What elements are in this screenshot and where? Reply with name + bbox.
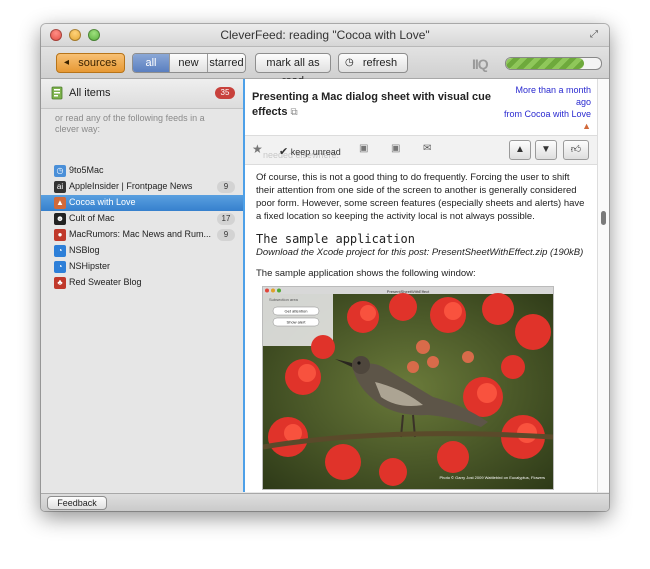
red-sweater-icon: ♣ [54,277,66,289]
sources-button[interactable]: ◂ sources [56,53,125,73]
screenshot-button-1: Get attention [285,309,308,314]
article-screenshot-image: PresentSheetWithEffect Subsection area G… [262,286,554,490]
app-window: CleverFeed: reading "Cocoa with Love" ⤢ … [41,24,609,511]
feed-label: Red Sweater Blog [69,277,142,287]
sidebar-hint: or read any of the following feeds in a … [55,113,205,134]
like-button[interactable]: 👍︎ [563,140,589,160]
feed-count-badge: 9 [217,229,235,241]
feed-item[interactable]: ♣ Red Sweater Blog [41,275,243,291]
down-arrow-icon: ▼ [541,144,551,155]
clock-icon: ◷ [345,57,354,68]
article-source[interactable]: from Cocoa with Love ▲ [501,108,591,132]
article-pane: Presenting a Mac dialog sheet with visua… [245,79,597,492]
feed-label: MacRumors: Mac News and Rum... [69,229,212,239]
screenshot-group-label: Subsection area [269,297,299,302]
rss-icon: ◔ [54,261,66,273]
clock-icon: ◷ [54,165,66,177]
rss-icon: ◔ [54,245,66,257]
iq-progress-fill [506,58,584,69]
photo-caption: Photo © Garry Jost 2009 Wattlebird on Eu… [439,475,545,480]
feed-label: NSHipster [69,261,111,271]
thumbs-up-icon: 👍︎ [570,144,582,155]
feed-item[interactable]: ◔ NSBlog [41,243,243,259]
window-title: CleverFeed: reading "Cocoa with Love" [220,28,430,42]
refresh-button[interactable]: ◷ refresh [338,53,408,73]
next-article-button[interactable]: ▼ [535,140,557,160]
feed-item[interactable]: ▲ Cocoa with Love [41,195,243,211]
feed-label: AppleInsider | Frontpage News [69,181,193,191]
keep-unread-label: keep unread [290,147,341,157]
feed-item[interactable]: ◷ 9to5Mac [41,163,243,179]
all-items-count-badge: 35 [215,87,235,99]
share-facebook-icon[interactable]: ▣ [359,143,368,154]
title-bar: CleverFeed: reading "Cocoa with Love" ⤢ [41,24,609,47]
checkmark-icon: ✔ [279,146,289,158]
all-items-row[interactable]: All items 35 [41,79,243,109]
article-title[interactable]: Presenting a Mac dialog sheet with visua… [252,90,502,120]
refresh-label: refresh [362,57,398,69]
article-title-text: Presenting a Mac dialog sheet with visua… [252,91,492,118]
external-link-icon[interactable]: ⧉ [291,107,298,118]
feedback-button[interactable]: Feedback [47,496,107,510]
iq-progress-bar [505,57,602,70]
feed-label: NSBlog [69,245,100,255]
status-bar: Feedback [41,493,609,511]
article-age: More than a month ago [515,85,591,107]
toolbar: ◂ sources all new starred mark all as re… [41,47,609,87]
feed-count-badge: 9 [217,181,235,193]
cocoa-icon: ▲ [582,121,591,131]
scrollbar-thumb[interactable] [601,211,606,225]
keep-unread-toggle[interactable]: ✔ keep unread [279,145,341,158]
sidebar: All items 35 or read any of the followin… [41,79,245,492]
filter-new-tab[interactable]: new [169,54,207,72]
download-link[interactable]: Download the Xcode project for this post… [256,247,583,258]
feed-item[interactable]: ◔ NSHipster [41,259,243,275]
macrumors-icon: ● [54,229,66,241]
iq-logo: IIQ [472,56,489,72]
cultofmac-icon: ☻ [54,213,66,225]
feed-item[interactable]: ● MacRumors: Mac News and Rum... 9 [41,227,243,243]
email-icon[interactable]: ✉ [423,143,431,154]
filter-starred-tab[interactable]: starred [207,54,245,72]
cocoa-icon: ▲ [54,197,66,209]
screenshot-window-title: PresentSheetWithEffect [387,289,430,294]
feed-label: 9to5Mac [69,165,104,175]
article-source-label: from Cocoa with Love [503,109,591,119]
feed-count-badge: 17 [217,213,235,225]
article-scrollbar[interactable] [597,79,609,492]
feed-item[interactable]: ☻ Cult of Mac 17 [41,211,243,227]
feed-label: Cult of Mac [69,213,115,223]
up-arrow-icon: ▲ [515,144,525,155]
ai-icon: ai [54,181,66,193]
filter-all-tab[interactable]: all [133,54,169,72]
article-actions-bar: needed elsewhere. ★ ✔ keep unread ▣ ▣ ✉ … [245,135,597,165]
article-paragraph-2: The sample application shows the followi… [256,268,476,279]
article-paragraph-1: Of course, this is not a good thing to d… [256,172,585,222]
share-twitter-icon[interactable]: ▣ [391,143,400,154]
bird-photo-image: PresentSheetWithEffect Subsection area G… [263,287,553,489]
previous-article-button[interactable]: ▲ [509,140,531,160]
star-icon[interactable]: ★ [252,142,263,156]
back-arrow-icon: ◂ [64,57,70,68]
article-heading: The sample application [256,232,415,246]
sources-label: sources [78,57,117,69]
fullscreen-icon[interactable]: ⤢ [590,29,601,40]
mark-all-read-button[interactable]: mark all as read [255,53,331,87]
article-meta: More than a month ago from Cocoa with Lo… [501,84,591,132]
screenshot-button-2: Show alert [287,320,307,325]
feed-item[interactable]: ai AppleInsider | Frontpage News 9 [41,179,243,195]
filter-segmented-control: all new starred [132,53,246,73]
feeds-stack-icon [51,86,63,100]
feed-label: Cocoa with Love [69,197,136,207]
all-items-label: All items [69,87,111,99]
